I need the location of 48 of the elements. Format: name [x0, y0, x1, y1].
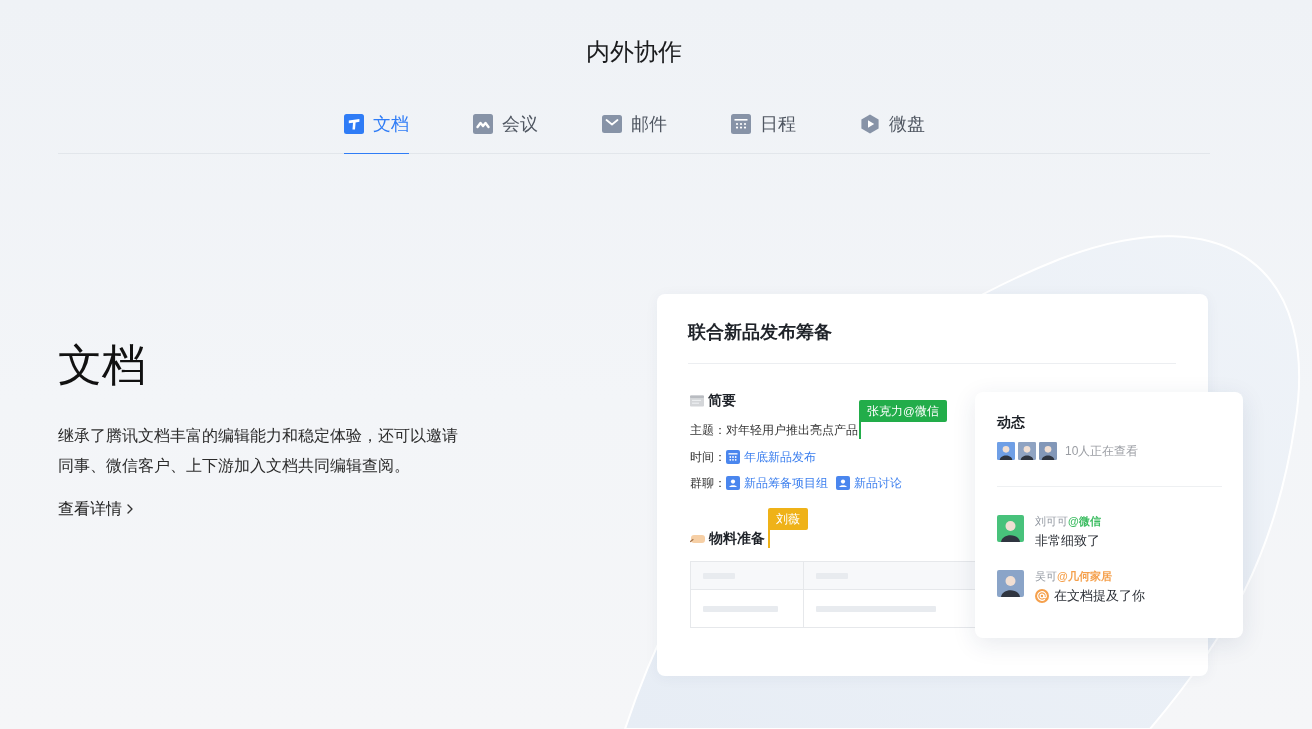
organization-name: @几何家居	[1057, 569, 1112, 584]
collaborator-tag: 刘薇	[768, 508, 808, 530]
avatar-placeholder	[997, 515, 1024, 542]
section-heading: 简要	[708, 392, 736, 410]
avatar-placeholder	[997, 442, 1015, 460]
docs-tile-icon	[343, 113, 364, 134]
label-icon	[690, 534, 705, 544]
field-label: 主题：	[690, 422, 726, 440]
note-icon	[690, 395, 704, 407]
feature-description: 继承了腾讯文档丰富的编辑能力和稳定体验，还可以邀请同事、微信客户、上下游加入文档共同编辑查阅。	[58, 426, 459, 476]
viewer-count: 10人正在查看	[1065, 443, 1139, 460]
organization-name: @微信	[1068, 514, 1101, 529]
person-tile-icon	[726, 476, 740, 491]
person-tile-icon	[836, 476, 850, 491]
author-name: 吴可	[1035, 569, 1057, 584]
mention-icon	[1035, 589, 1049, 603]
feature-title: 文档	[58, 339, 146, 391]
envelope-icon	[601, 113, 622, 134]
section-heading: 物料准备	[709, 530, 765, 548]
tab[interactable]: 邮件	[601, 94, 667, 154]
field-label: 群聊：	[690, 475, 726, 493]
author-name: 刘可可	[1035, 514, 1068, 529]
calendar-icon	[730, 113, 751, 134]
field-label: 时间：	[690, 448, 726, 466]
calendar-link[interactable]: 年底新品发布	[726, 447, 816, 466]
tab[interactable]: 会议	[472, 94, 538, 154]
panel-title: 动态	[997, 413, 1025, 432]
chevron-right-icon	[127, 504, 133, 514]
text-cursor	[859, 421, 861, 439]
mention-text: 在文档提及了你	[1054, 588, 1145, 605]
avatar-placeholder	[997, 570, 1024, 597]
tab[interactable]: 微盘	[859, 94, 925, 154]
hexagon-icon	[859, 113, 880, 134]
document-title: 联合新品发布筹备	[688, 321, 832, 344]
details-link[interactable]: 查看详情	[58, 497, 133, 521]
tab[interactable]: 文档	[343, 94, 409, 154]
text-cursor	[768, 530, 770, 548]
section-title: 内外协作	[586, 37, 682, 67]
avatar-placeholder	[1039, 442, 1057, 460]
calendar-icon	[726, 449, 740, 464]
collaborator-tag: 张克力@微信	[859, 399, 947, 422]
group-chat-link[interactable]: 新品筹备项目组	[726, 474, 828, 493]
tab[interactable]: 日程	[730, 94, 796, 154]
field-value: 对年轻用户推出亮点产品	[726, 422, 858, 440]
avatar-placeholder	[1018, 442, 1036, 460]
group-chat-link[interactable]: 新品讨论	[836, 474, 902, 493]
comment-text: 非常细致了	[1035, 533, 1100, 550]
peaks-tile-icon	[472, 113, 493, 134]
